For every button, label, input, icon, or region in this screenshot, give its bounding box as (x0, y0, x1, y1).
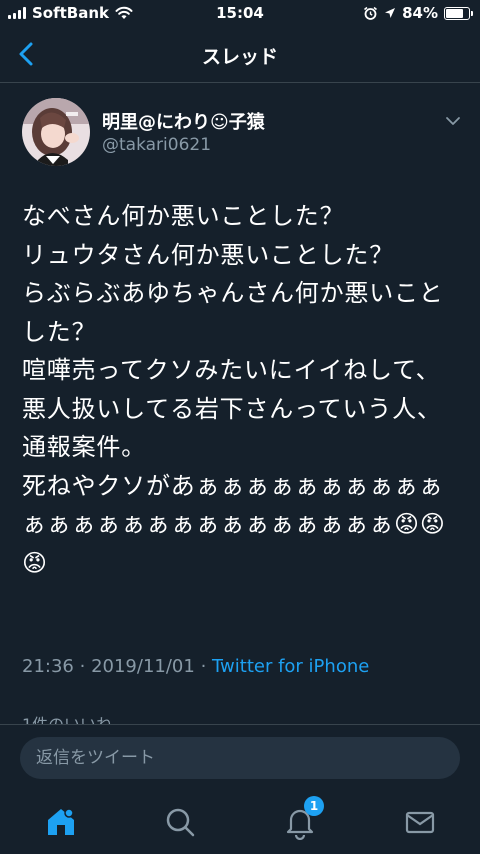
alarm-icon (364, 6, 378, 20)
avatar-image (22, 98, 90, 166)
tweet-date: 2019/11/01 (91, 656, 195, 677)
page-title: スレッド (201, 46, 278, 68)
tweet-text: なべさん何か悪いことした？ リュウタさん何か悪いことした？ らぶらぶあゆちゃんさ… (22, 202, 446, 577)
location-icon (385, 8, 396, 18)
mail-icon (405, 811, 435, 834)
battery-fill (446, 8, 463, 18)
chevron-down-icon (446, 117, 460, 125)
battery-icon (444, 6, 473, 20)
avatar[interactable] (22, 98, 90, 166)
meta-separator: · (79, 656, 86, 677)
tweet-source-link[interactable]: Twitter for iPhone (212, 656, 369, 677)
reply-input[interactable] (20, 737, 460, 779)
home-icon (48, 808, 74, 835)
navigation-bar: スレッド (0, 26, 480, 83)
battery-percent: 84% (402, 4, 438, 22)
tab-home[interactable] (43, 804, 79, 840)
reply-bar (0, 724, 480, 791)
tweet-meta: 21:36 · 2019/11/01 · Twitter for iPhone (22, 656, 369, 677)
tab-bar: 1 (0, 790, 480, 854)
tweet-time: 21:36 (22, 656, 74, 677)
tab-messages[interactable] (402, 804, 438, 840)
tab-notifications[interactable]: 1 (282, 796, 324, 841)
tab-search[interactable] (162, 804, 198, 840)
meta-separator: · (200, 656, 207, 677)
author-handle[interactable]: @takari0621 (102, 135, 211, 155)
tweet-menu-button[interactable] (444, 113, 462, 127)
status-right: 84% (363, 4, 473, 22)
notification-badge: 1 (304, 796, 324, 816)
author-name[interactable]: 明里@にわり☺子猿 (102, 108, 265, 134)
status-bar: SoftBank 15:04 84% (0, 0, 480, 26)
search-icon (166, 808, 195, 837)
